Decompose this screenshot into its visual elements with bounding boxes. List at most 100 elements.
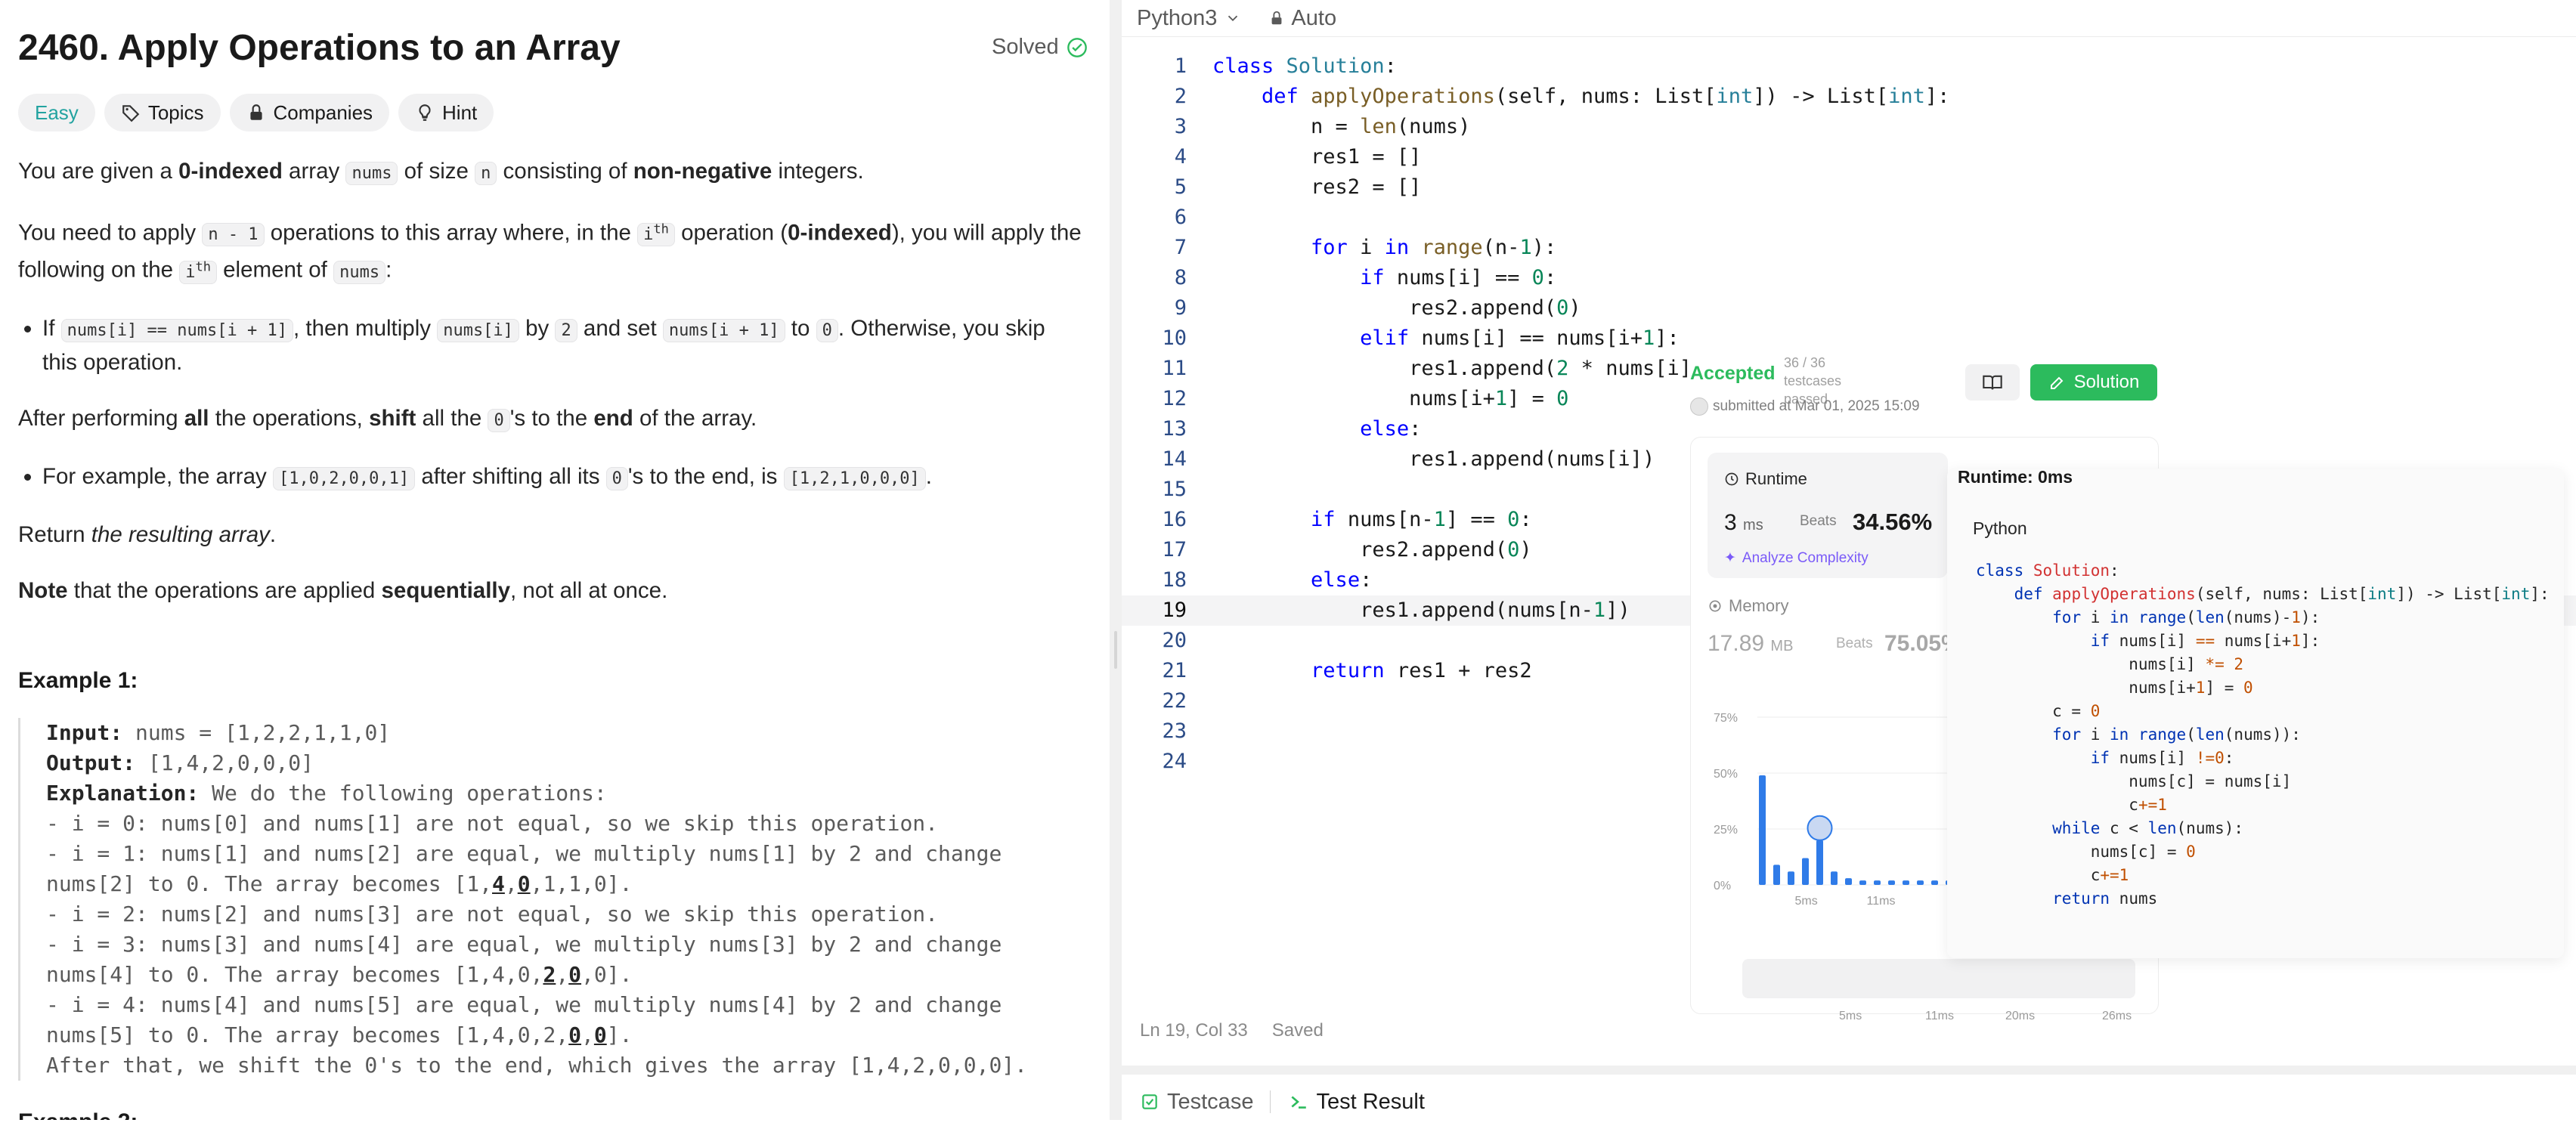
runtime-value: 3 ms <box>1724 510 1763 535</box>
popup-title: Runtime: 0ms <box>1958 467 2073 487</box>
popup-code-line: nums[c] = 0 <box>1976 843 2196 861</box>
code-text: n = len(nums) <box>1212 115 1471 138</box>
list-item: If nums[i] == nums[i + 1], then multiply… <box>42 313 1084 379</box>
runtime-beats-label: Beats <box>1800 513 1837 529</box>
chart-bar[interactable] <box>1888 880 1895 885</box>
minimap-tick-label: 20ms <box>2005 1010 2035 1022</box>
editorial-button[interactable] <box>1965 364 2020 401</box>
solved-status: Solved <box>992 35 1088 60</box>
solution-button[interactable]: Solution <box>2030 364 2157 401</box>
runtime-code-popup: Python class Solution: def applyOperatio… <box>1947 469 2564 958</box>
code-line[interactable]: 9 res2.append(0) <box>1122 293 2576 323</box>
chart-bar[interactable] <box>1903 880 1909 885</box>
popup-code: class Solution: def applyOperations(self… <box>1976 559 2550 911</box>
line-number: 24 <box>1162 750 1187 773</box>
code-line[interactable]: 2 def applyOperations(self, nums: List[i… <box>1122 82 2576 112</box>
code-line[interactable]: 6 <box>1122 203 2576 233</box>
chart-bar[interactable] <box>1788 871 1794 885</box>
chart-bar[interactable] <box>1859 880 1866 885</box>
chart-bar[interactable] <box>1773 865 1780 885</box>
chart-bar[interactable] <box>1759 775 1766 885</box>
line-number: 22 <box>1162 689 1187 713</box>
line-number: 8 <box>1174 266 1187 289</box>
popup-code-line: if nums[i] == nums[i+1]: <box>2090 632 2321 650</box>
chart-bar[interactable] <box>1931 880 1938 885</box>
code-line[interactable]: 5 res2 = [] <box>1122 172 2576 203</box>
submitted-at: submitted at Mar 01, 2025 15:09 <box>1690 397 1920 416</box>
topics-tag[interactable]: Topics <box>104 94 221 131</box>
runtime-beats: 34.56% <box>1853 509 1933 535</box>
line-number: 2 <box>1174 85 1187 108</box>
list-item: For example, the array [1,0,2,0,0,1] aft… <box>42 461 1084 495</box>
check-circle-icon <box>1067 37 1087 57</box>
chip-icon <box>1709 600 1721 612</box>
line-number: 15 <box>1162 478 1187 501</box>
code-text: else: <box>1311 568 1373 592</box>
desc-paragraph: You need to apply n - 1 operations to th… <box>18 220 1082 284</box>
popup-code-line: c = 0 <box>1976 702 2101 720</box>
popup-code-line: c+=1 <box>1976 866 2129 884</box>
language-selector[interactable]: Python3 <box>1137 6 1241 31</box>
chart-bar[interactable] <box>1802 858 1809 885</box>
desc-paragraph: After performing all the operations, shi… <box>18 405 757 432</box>
line-number: 14 <box>1162 447 1187 471</box>
line-number: 13 <box>1162 417 1187 441</box>
code-text: class Solution: <box>1212 54 1397 78</box>
your-submission-marker[interactable] <box>1807 815 1833 841</box>
chart-bar[interactable] <box>1917 880 1924 885</box>
code-text: elif nums[i] == nums[i+1]: <box>1360 326 1680 350</box>
tab-test-result[interactable]: Test Result <box>1289 1090 1425 1115</box>
popup-code-line: for i in range(len(nums)): <box>2052 725 2301 744</box>
tag-icon <box>122 105 140 122</box>
code-line[interactable]: 7 for i in range(n-1): <box>1122 233 2576 263</box>
resizer-grip[interactable] <box>1114 631 1117 669</box>
chart-minimap[interactable] <box>1742 959 2135 998</box>
minimap-tick-label: 5ms <box>1839 1010 1862 1022</box>
code-line[interactable]: 8 if nums[i] == 0: <box>1122 263 2576 293</box>
problem-panel: 2460. Apply Operations to an Array Solve… <box>0 0 1110 1120</box>
code-text: res2.append(0) <box>1212 538 1532 561</box>
x-tick-label: 11ms <box>1867 895 1896 908</box>
desc-paragraph: Return the resulting array. <box>18 521 277 547</box>
code-text: nums[i+1] = 0 <box>1212 387 1569 410</box>
code-line[interactable]: 1 class Solution: <box>1122 51 2576 82</box>
popup-code-line: nums[i+1] = 0 <box>1976 679 2253 697</box>
memory-header: Memory <box>1708 596 1788 616</box>
popup-code-line: nums[i] *= 2 <box>1976 655 2244 673</box>
code-line[interactable]: 4 res1 = [] <box>1122 142 2576 172</box>
memory-beats-label: Beats <box>1836 636 1873 651</box>
chart-bar[interactable] <box>1874 880 1881 885</box>
code-text: if nums[n-1] == 0: <box>1311 508 1532 531</box>
chart-bar[interactable] <box>1831 871 1838 885</box>
memory-box[interactable]: Memory 17.89 MB Beats 75.05% <box>1708 596 1961 656</box>
solved-label: Solved <box>992 35 1059 59</box>
popup-code-line: for i in range(len(nums)-1): <box>2052 608 2321 626</box>
tag-row: Easy Topics Companies Hint <box>18 94 494 131</box>
lock-icon <box>249 104 262 120</box>
edit-icon <box>2050 376 2064 389</box>
save-status: Saved <box>1271 1020 1324 1041</box>
tab-testcase[interactable]: Testcase <box>1140 1090 1253 1115</box>
analyze-complexity-link[interactable]: ✦ Analyze Complexity <box>1724 549 1869 567</box>
runtime-box[interactable]: Runtime 3 ms Beats 34.56% ✦ Analyze Compl… <box>1708 453 1948 578</box>
panel-resizer[interactable] <box>1110 0 1122 1120</box>
hint-tag[interactable]: Hint <box>398 94 494 131</box>
popup-language: Python <box>1973 518 2027 538</box>
example-1-box: Input: nums = [1,2,2,1,1,0] Output: [1,4… <box>18 718 1110 1081</box>
memory-value: 17.89 MB <box>1708 631 1794 656</box>
problem-description: You are given a 0-indexed array nums of … <box>18 156 1084 631</box>
editor-status: Ln 19, Col 33 Saved <box>1140 1020 1324 1041</box>
code-line[interactable]: 3 n = len(nums) <box>1122 112 2576 142</box>
minimap-tick-label: 26ms <box>2102 1010 2132 1022</box>
line-number: 21 <box>1162 659 1187 682</box>
chart-bar[interactable] <box>1845 878 1852 885</box>
difficulty-tag[interactable]: Easy <box>18 94 95 131</box>
chart-bar[interactable] <box>1816 840 1823 885</box>
auto-mode[interactable]: Auto <box>1268 6 1336 31</box>
companies-tag[interactable]: Companies <box>229 94 390 131</box>
code-line[interactable]: 10 elif nums[i] == nums[i+1]: <box>1122 323 2576 354</box>
line-number: 9 <box>1174 296 1187 320</box>
line-number: 20 <box>1162 629 1187 652</box>
desc-list: If nums[i] == nums[i + 1], then multiply… <box>18 313 1084 379</box>
line-number: 4 <box>1174 145 1187 169</box>
